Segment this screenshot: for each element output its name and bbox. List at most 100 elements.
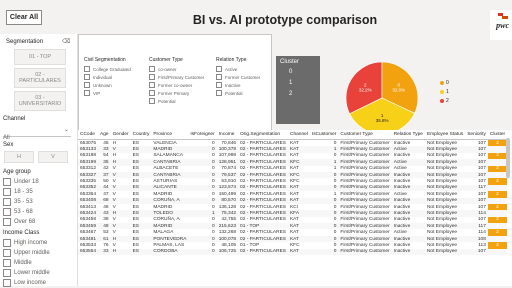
checkbox-icon xyxy=(216,74,222,80)
table-cell: First/Primary Customer xyxy=(338,197,392,204)
income-class-label-text: Lower middle xyxy=(14,270,50,276)
checkbox-icon xyxy=(3,218,11,226)
age-group-label-text: Over 68 xyxy=(14,219,36,225)
table-row[interactable]: 653075 45 H ES VALENCIA 0 70,846 02 - PARTICULA… xyxy=(78,139,508,147)
filter-option[interactable]: Unknown xyxy=(84,81,131,89)
age-group-option[interactable]: 35 - 53 xyxy=(3,197,39,207)
column-header[interactable]: Gender xyxy=(110,130,131,140)
column-header[interactable]: Income xyxy=(216,130,239,140)
segment-button-universitario[interactable]: 03 - UNIVERSITARIO xyxy=(14,91,66,111)
filter-option[interactable]: Former co-owner xyxy=(149,81,204,89)
table-cell: 106,725 xyxy=(216,248,239,256)
column-header[interactable]: Orig.Segmentation xyxy=(238,130,288,140)
legend-label: 2 xyxy=(446,98,449,104)
table-cell: 653458 xyxy=(80,217,97,223)
table-cell: 653327 xyxy=(78,171,99,179)
table-cell: 02 - PARTICULARES xyxy=(238,210,288,217)
age-group-option[interactable]: Under 18 xyxy=(3,177,39,187)
checkbox-icon xyxy=(149,66,155,72)
filter-option-label: Former Primary xyxy=(158,90,190,96)
table-cell: First/Primary Customer xyxy=(338,210,392,217)
table-cell: 653554 xyxy=(78,248,99,256)
column-header[interactable]: Age xyxy=(98,130,111,140)
checkbox-icon xyxy=(216,82,222,88)
income-class-option[interactable]: Upper middle xyxy=(3,248,50,258)
table-cell: First/Primary Customer xyxy=(340,217,390,223)
filter-option[interactable]: College Graduated xyxy=(84,65,131,73)
column-header[interactable]: Relation Type xyxy=(391,130,425,140)
table-cell: H xyxy=(110,248,131,256)
column-header[interactable]: Channel xyxy=(287,130,310,140)
cluster-option[interactable]: 2 xyxy=(289,91,292,97)
column-header[interactable]: Seniority xyxy=(465,130,488,140)
column-header[interactable]: IsCustomer xyxy=(309,130,339,140)
filter-option[interactable]: Active xyxy=(216,65,260,73)
filter-option[interactable]: co-owner xyxy=(149,65,204,73)
table-cell: 02 - PARTICULARES xyxy=(240,179,286,185)
income-class-option[interactable]: Low income xyxy=(3,278,50,288)
pie-data-label: 32.2% xyxy=(359,87,372,92)
table-cell: 128,951 xyxy=(216,159,239,166)
sex-button-h[interactable]: H xyxy=(4,151,34,163)
segment-button-particulares[interactable]: 02 - PARTICULARES xyxy=(14,68,66,88)
column-header[interactable]: Customer Type xyxy=(338,130,392,140)
cluster-slicer: Cluster 0 1 2 xyxy=(276,56,320,124)
age-group-label-text: 53 - 68 xyxy=(14,209,33,215)
eraser-icon[interactable]: ⌫ xyxy=(62,38,70,45)
checkbox-icon xyxy=(3,249,11,257)
column-header[interactable]: Province xyxy=(151,130,189,140)
table-cell: SALAMANCA xyxy=(153,153,183,159)
filter-option[interactable]: Potential xyxy=(149,97,204,105)
table-scrollbar[interactable] xyxy=(506,138,510,178)
pie-data-label: 35.8% xyxy=(376,118,389,123)
filter-option[interactable]: First/Primary Customer xyxy=(149,73,204,81)
table-row[interactable]: 653554 33 H ES CORDOBA 0 106,725 02 - PARTICULA… xyxy=(78,248,508,256)
table-cell: 70,846 xyxy=(221,140,237,146)
table-cell: 02 - PARTICULARES xyxy=(238,146,288,153)
filter-option[interactable]: Potential xyxy=(216,89,260,97)
table-cell: Inactive xyxy=(393,140,411,146)
table-cell: First/Primary Customer xyxy=(340,166,390,172)
filter-panel: Segmentation ⌫ 01 - TOP 02 - PARTICULARE… xyxy=(0,34,78,288)
filter-option[interactable]: Former Customer xyxy=(216,73,260,81)
channel-value: All xyxy=(3,135,10,141)
legend-item[interactable]: 1 xyxy=(440,89,449,95)
table-cell: First/Primary Customer xyxy=(338,223,392,230)
legend-item[interactable]: 2 xyxy=(440,98,449,104)
column-header[interactable]: Country xyxy=(130,130,152,140)
income-class-option[interactable]: Middle xyxy=(3,258,50,268)
table-cell: First/Primary Customer xyxy=(340,179,390,185)
income-class-option[interactable]: Lower middle xyxy=(3,268,50,278)
sex-button-v[interactable]: V xyxy=(38,151,68,163)
table-cell: 02 - PARTICULARES xyxy=(240,140,286,146)
column-header[interactable]: IsForeigner xyxy=(188,130,217,140)
channel-dropdown[interactable]: All ⌄ xyxy=(3,126,71,141)
checkbox-icon xyxy=(149,74,155,80)
age-group-option[interactable]: 18 - 35 xyxy=(3,187,39,197)
page-title: BI vs. AI prototype comparison xyxy=(192,13,378,27)
filter-option[interactable]: Individual xyxy=(84,73,131,81)
filter-option[interactable]: Former Primary xyxy=(149,89,204,97)
cluster-header: Cluster xyxy=(280,59,300,65)
age-group-option[interactable]: Over 68 xyxy=(3,217,39,227)
clear-all-button[interactable]: Clear All xyxy=(6,10,42,25)
cluster-option[interactable]: 1 xyxy=(289,80,292,86)
filter-option[interactable]: VIP xyxy=(84,89,131,97)
income-class-label-text: High income xyxy=(14,240,48,246)
column-header[interactable]: CCode xyxy=(78,130,99,140)
table-cell: 02 - PARTICULARES xyxy=(238,248,288,256)
legend-item[interactable]: 0 xyxy=(440,80,449,86)
table-cell: PONTEVEDRA xyxy=(151,235,189,243)
table-cell: 02 - PARTICULARES xyxy=(240,153,286,159)
cluster-option[interactable]: 0 xyxy=(289,69,292,75)
column-header[interactable]: Employee Status xyxy=(424,130,466,140)
filter-option[interactable]: Inactive xyxy=(216,81,260,89)
cluster-pie-chart: 232.2%032.0%135.8% xyxy=(345,61,419,135)
age-group-option[interactable]: 53 - 68 xyxy=(3,207,39,217)
segment-button-top[interactable]: 01 - TOP xyxy=(14,49,66,65)
column-header[interactable]: Cluster xyxy=(487,130,508,140)
checkbox-icon xyxy=(3,178,11,186)
table-cell: First/Primary Customer xyxy=(338,171,392,179)
income-class-option[interactable]: High income xyxy=(3,238,50,248)
table-cell: 02 - PARTICULARES xyxy=(240,204,286,210)
